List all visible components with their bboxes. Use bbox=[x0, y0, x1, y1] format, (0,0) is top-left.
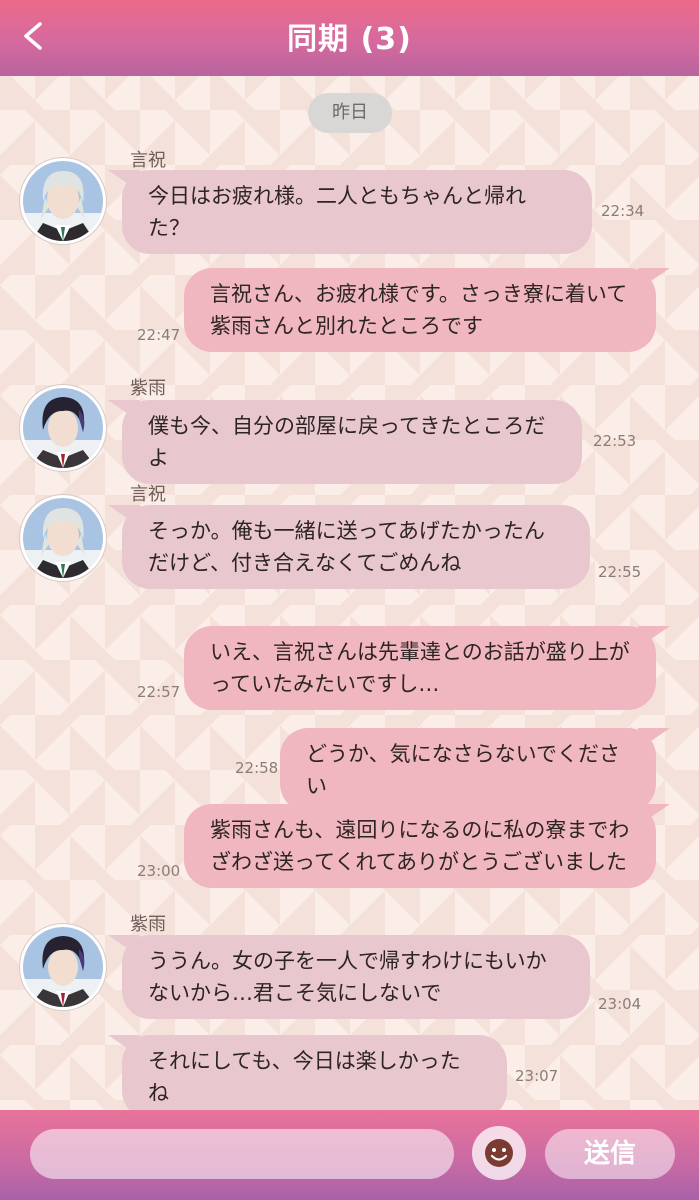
message-time: 22:55 bbox=[598, 563, 642, 581]
avatar-kotoyoi[interactable] bbox=[20, 495, 106, 581]
message-bubble: どうか、気になさらないでください bbox=[280, 728, 656, 812]
message-time: 23:04 bbox=[598, 995, 642, 1013]
sender-name: 言祝 bbox=[130, 150, 166, 171]
message-time: 23:00 bbox=[137, 862, 181, 880]
send-button[interactable]: 送信 bbox=[545, 1129, 675, 1179]
message-time: 22:34 bbox=[601, 202, 645, 220]
message-time: 23:07 bbox=[515, 1067, 559, 1085]
sender-name: 紫雨 bbox=[130, 378, 166, 399]
date-divider: 昨日 bbox=[308, 93, 392, 133]
message-bubble: 紫雨さんも、遠回りになるのに私の寮までわざわざ送ってくれてありがとうございました bbox=[184, 804, 656, 888]
message-bubble: そっか。俺も一緒に送ってあげたかったんだけど、付き合えなくてごめんね bbox=[122, 505, 590, 589]
message-bubble: 今日はお疲れ様。二人ともちゃんと帰れた？ bbox=[122, 170, 592, 254]
message-bubble: ううん。女の子を一人で帰すわけにもいかないから…君こそ気にしないで bbox=[122, 935, 590, 1019]
message-bubble: 僕も今、自分の部屋に戻ってきたところだよ bbox=[122, 400, 582, 484]
message-bubble: 言祝さん、お疲れ様です。さっき寮に着いて紫雨さんと別れたところです bbox=[184, 268, 656, 352]
sender-name: 紫雨 bbox=[130, 914, 166, 935]
avatar-shigure[interactable] bbox=[20, 924, 106, 1010]
chat-title: 同期 (3) bbox=[287, 22, 412, 57]
back-button[interactable] bbox=[14, 14, 58, 58]
message-time: 22:47 bbox=[137, 326, 181, 344]
avatar-image bbox=[23, 161, 103, 241]
avatar-image bbox=[23, 388, 103, 468]
message-input[interactable] bbox=[30, 1129, 454, 1179]
message-time: 22:53 bbox=[593, 432, 637, 450]
message-time: 22:57 bbox=[137, 683, 181, 701]
smiley-icon bbox=[485, 1139, 513, 1167]
avatar-image bbox=[23, 927, 103, 1007]
sender-name: 言祝 bbox=[130, 484, 166, 505]
message-bubble: いえ、言祝さんは先輩達とのお話が盛り上がっていたみたいですし… bbox=[184, 626, 656, 710]
emoji-button[interactable] bbox=[472, 1126, 526, 1180]
back-chevron-icon bbox=[24, 22, 42, 50]
avatar-kotoyoi[interactable] bbox=[20, 158, 106, 244]
avatar-shigure[interactable] bbox=[20, 385, 106, 471]
input-bar: 送信 bbox=[0, 1110, 699, 1200]
chat-header: 同期 (3) bbox=[0, 0, 699, 76]
avatar-image bbox=[23, 498, 103, 578]
message-time: 22:58 bbox=[235, 759, 279, 777]
message-bubble: それにしても、今日は楽しかったね bbox=[122, 1035, 507, 1119]
